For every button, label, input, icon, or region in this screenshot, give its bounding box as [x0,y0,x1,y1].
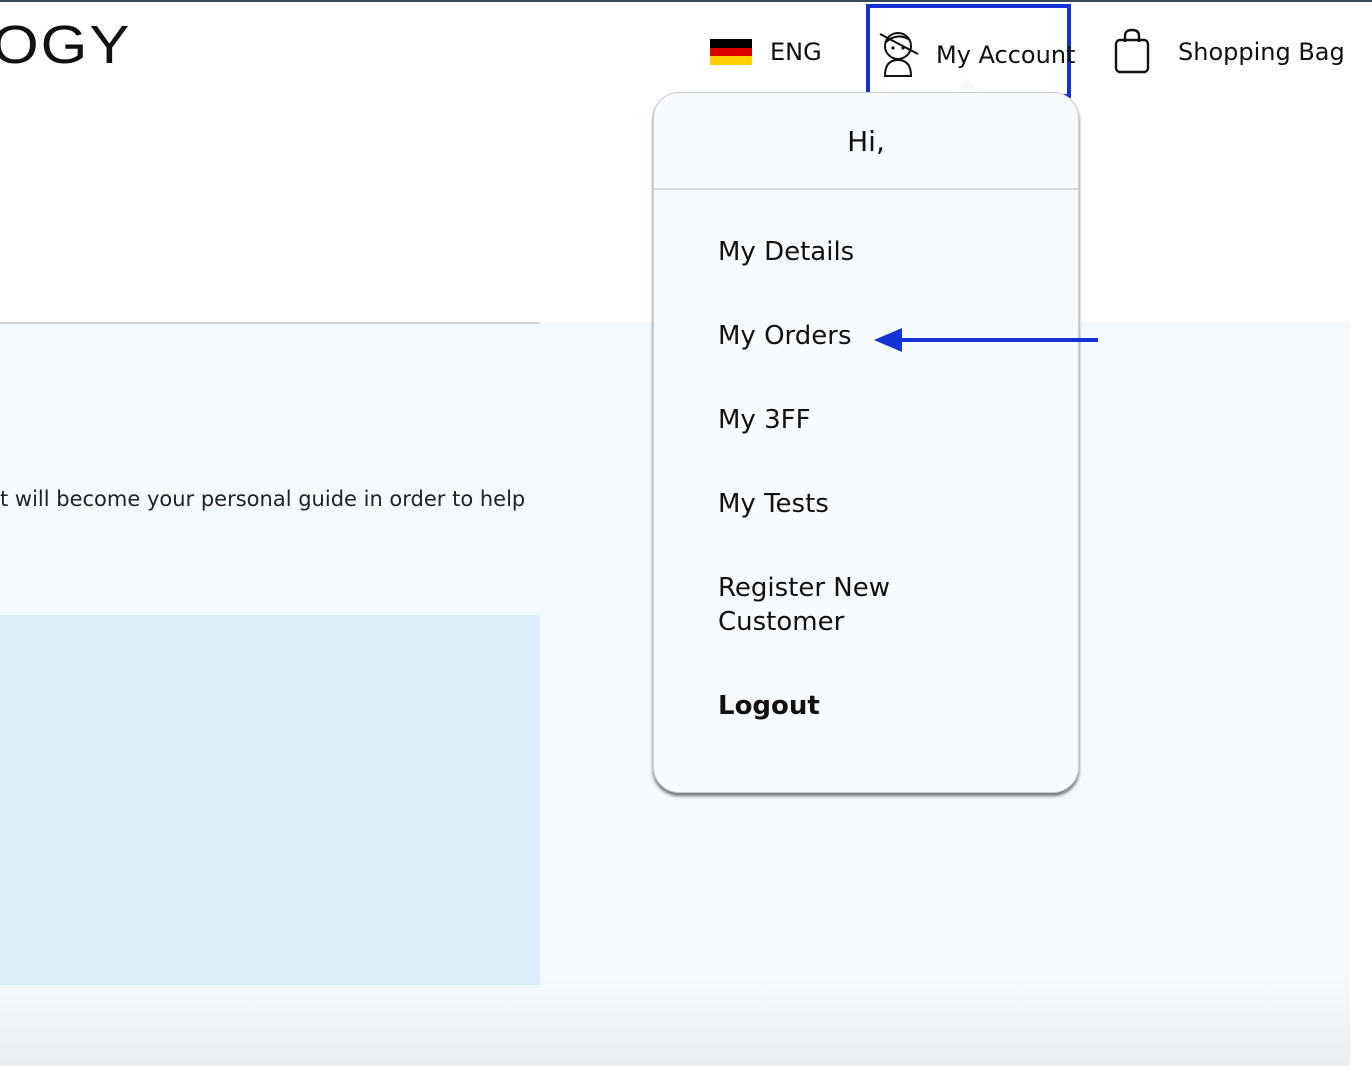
greeting-text: Hi, [847,125,885,158]
shopping-bag-icon [1114,28,1150,74]
user-avatar-icon [879,32,919,77]
menu-item-logout[interactable]: Logout [718,689,820,723]
page: OGY ENG My Account Shopping Bag t will b… [0,0,1372,1066]
account-dropdown-menu: Hi, My Details My Orders My 3FF My Tests… [653,92,1079,793]
menu-item-my-details[interactable]: My Details [718,235,854,269]
language-label: ENG [770,38,822,66]
site-logo[interactable]: OGY [0,18,131,72]
menu-item-my-orders[interactable]: My Orders [718,319,852,353]
menu-item-my-3ff[interactable]: My 3FF [718,403,811,437]
menu-item-register-new-customer[interactable]: Register New Customer [718,571,908,639]
shopping-bag-label: Shopping Bag [1178,38,1345,66]
left-arrow-icon [874,328,1098,352]
content-panel [0,615,540,985]
shopping-bag-button[interactable]: Shopping Bag [1114,28,1345,74]
intro-text: t will become your personal guide in ord… [0,487,540,511]
intro-text-content: t will become your personal guide in ord… [0,487,526,511]
dropdown-divider [654,188,1078,190]
germany-flag-icon [710,39,752,66]
menu-item-my-tests[interactable]: My Tests [718,487,829,521]
language-selector[interactable]: ENG [710,38,822,66]
top-border [0,0,1372,2]
section-divider [0,322,540,324]
my-account-label: My Account [936,41,1076,69]
